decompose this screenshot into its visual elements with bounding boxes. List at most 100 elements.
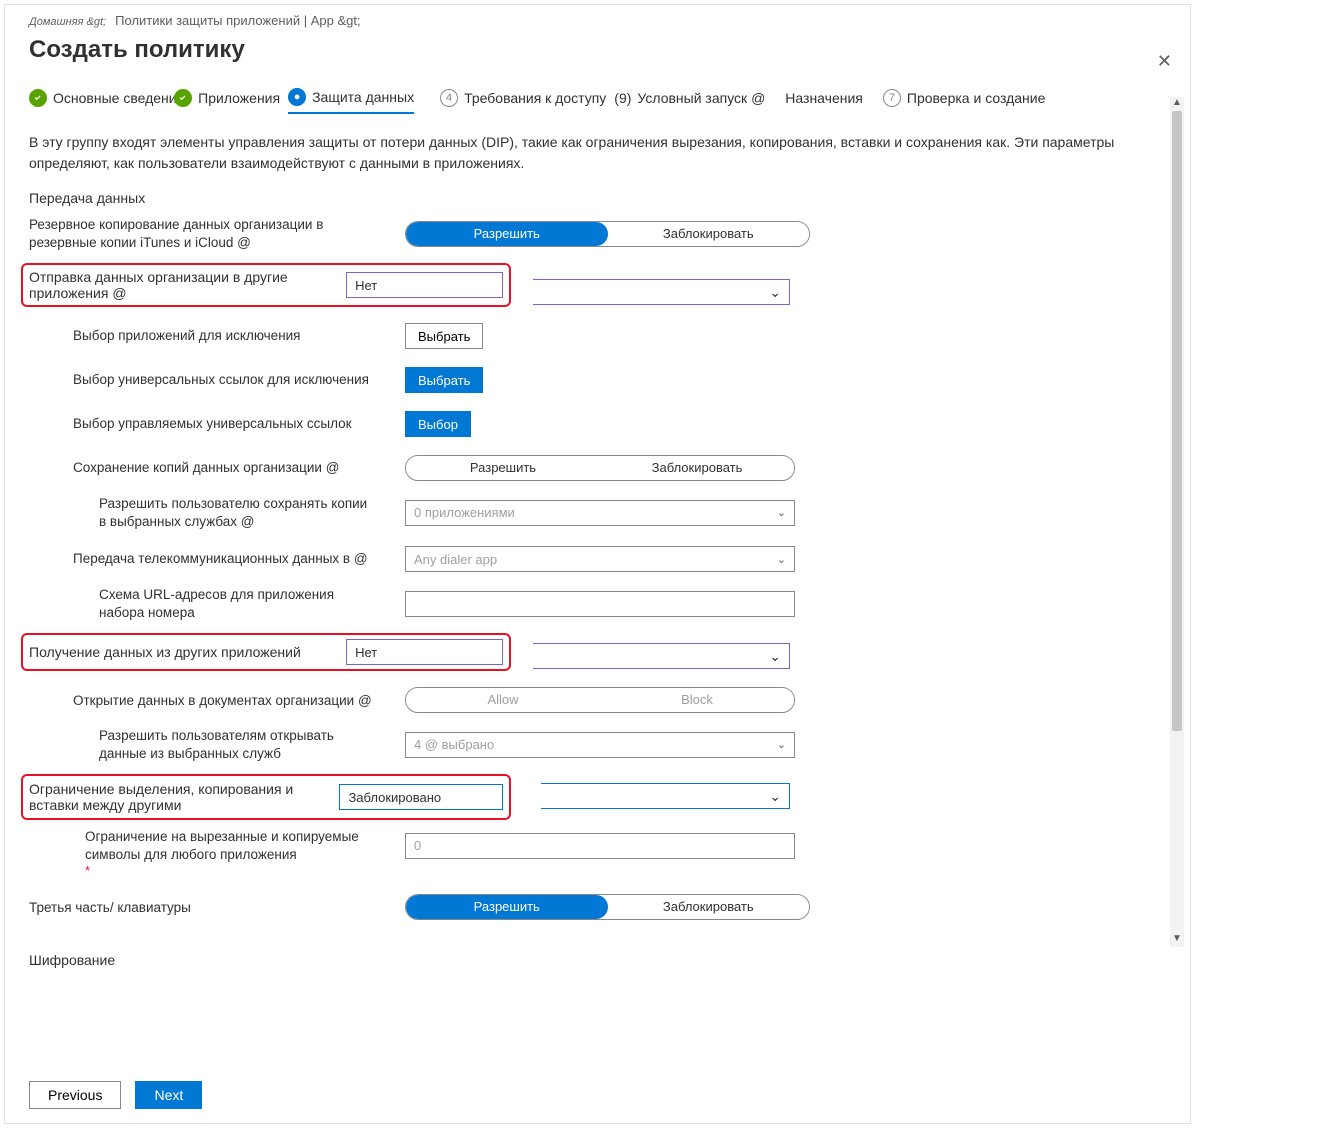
step-label: Приложения	[198, 90, 280, 106]
row-save-copies: Сохранение копий данных организации @ Ра…	[29, 451, 1166, 485]
label-telecom: Передача телекоммуникационных данных в @	[29, 550, 375, 568]
scrollbar-track[interactable]	[1170, 111, 1184, 933]
dropdown-allow-save-services[interactable]: 0 приложениями ⌄	[405, 500, 795, 526]
wizard-steps: Основные сведения Приложения ● Защита да…	[5, 64, 1190, 114]
row-open-org-docs: Открытие данных в документах организации…	[29, 683, 1166, 717]
toggle-block[interactable]: Заблокировать	[600, 456, 794, 480]
label-save-copies: Сохранение копий данных организации @	[29, 459, 375, 477]
step-assignments[interactable]: Назначения	[785, 90, 863, 112]
breadcrumb-path[interactable]: Политики защиты приложений | App &gt;	[115, 13, 360, 28]
label-cut-limit: Ограничение на вырезанные и копируемые с…	[29, 828, 375, 863]
toggle-open-org-docs[interactable]: Allow Block	[405, 687, 795, 713]
dropdown-value: Заблокировано	[348, 790, 441, 805]
button-select-exclude-links[interactable]: Выбрать	[405, 367, 483, 393]
step-label: Основные сведения	[53, 90, 184, 106]
toggle-save-copies[interactable]: Разрешить Заблокировать	[405, 455, 795, 481]
toggle-block[interactable]: Block	[600, 688, 794, 712]
page-title: Создать политику	[5, 28, 1190, 64]
label-allow-open-services: Разрешить пользователям открывать данные…	[29, 727, 375, 762]
dropdown-telecom[interactable]: Any dialer app ⌄	[405, 546, 795, 572]
chevron-down-icon: ⌄	[769, 284, 781, 301]
label-allow-save-services: Разрешить пользователю сохранять копии в…	[29, 495, 375, 530]
chevron-down-icon: ⌄	[777, 553, 786, 566]
scrollbar-thumb[interactable]	[1172, 111, 1182, 731]
step-label: Условный запуск @	[637, 90, 765, 106]
close-icon[interactable]: ✕	[1157, 51, 1172, 72]
label-backup: Резервное копирование данных организации…	[29, 216, 375, 251]
row-exclude-apps: Выбор приложений для исключения Выбрать	[29, 319, 1166, 353]
step-label: Защита данных	[312, 89, 414, 105]
section-encryption: Шифрование	[29, 952, 1166, 968]
toggle-allow[interactable]: Разрешить	[406, 222, 608, 246]
chevron-down-icon: ⌄	[777, 738, 786, 751]
dropdown-receive-other-apps-ext[interactable]: ⌄	[533, 643, 790, 669]
check-icon	[174, 89, 192, 107]
toggle-allow[interactable]: Разрешить	[406, 895, 608, 919]
dropdown-send-other-apps-ext[interactable]: ⌄	[533, 279, 790, 305]
scrollbar[interactable]: ▲ ▼	[1170, 97, 1184, 947]
step-review-create[interactable]: 7 Проверка и создание	[883, 89, 1046, 113]
label-restrict-ccp: Ограничение выделения, копирования и вст…	[29, 781, 335, 813]
toggle-allow[interactable]: Allow	[406, 688, 600, 712]
content-area: В эту группу входят элементы управления …	[5, 114, 1190, 994]
chevron-down-icon: ⌄	[769, 788, 781, 805]
row-allow-save-services: Разрешить пользователю сохранять копии в…	[29, 495, 1166, 530]
toggle-block[interactable]: Заблокировать	[608, 895, 810, 919]
label-dialer-scheme: Схема URL-адресов для приложения набора …	[29, 586, 375, 621]
step-label: Проверка и создание	[907, 90, 1046, 106]
button-select-managed-links[interactable]: Выбор	[405, 411, 471, 437]
breadcrumb: Домашняя &gt; Политики защиты приложений…	[5, 5, 1190, 28]
label-exclude-links: Выбор универсальных ссылок для исключени…	[29, 371, 375, 389]
row-dialer-scheme: Схема URL-адресов для приложения набора …	[29, 586, 1166, 621]
row-keyboards: Третья часть/ клавиатуры Разрешить Забло…	[29, 890, 1166, 924]
section-data-transfer: Передача данных	[29, 190, 1166, 206]
label-exclude-apps: Выбор приложений для исключения	[29, 327, 375, 345]
highlight-receive-other-apps: Получение данных из других приложений Не…	[21, 633, 511, 671]
label-managed-links: Выбор управляемых универсальных ссылок	[29, 415, 375, 433]
toggle-keyboards[interactable]: Разрешить Заблокировать	[405, 894, 810, 920]
toggle-block[interactable]: Заблокировать	[608, 222, 810, 246]
toggle-backup[interactable]: Разрешить Заблокировать	[405, 221, 810, 247]
step-data-protection[interactable]: ● Защита данных	[288, 88, 414, 114]
next-button[interactable]: Next	[135, 1081, 202, 1109]
row-allow-open-services: Разрешить пользователям открывать данные…	[29, 727, 1166, 762]
input-dialer-scheme[interactable]	[405, 591, 795, 617]
dropdown-receive-other-apps[interactable]: Нет	[346, 639, 503, 665]
previous-button[interactable]: Previous	[29, 1081, 121, 1109]
scroll-down-icon[interactable]: ▼	[1170, 933, 1184, 947]
toggle-allow[interactable]: Разрешить	[406, 456, 600, 480]
chevron-down-icon: ⌄	[777, 506, 786, 519]
step-access-requirements[interactable]: 4 Требования к доступу	[440, 89, 606, 113]
row-backup: Резервное копирование данных организации…	[29, 216, 1166, 251]
row-telecom: Передача телекоммуникационных данных в @…	[29, 542, 1166, 576]
step-basics[interactable]: Основные сведения	[29, 89, 184, 113]
row-exclude-links: Выбор универсальных ссылок для исключени…	[29, 363, 1166, 397]
label-receive-other-apps: Получение данных из других приложений	[29, 644, 342, 660]
check-icon	[29, 89, 47, 107]
step-label: Требования к доступу	[464, 90, 606, 106]
step-label: Назначения	[785, 90, 863, 106]
step-number: 7	[883, 89, 901, 107]
step-apps[interactable]: Приложения	[174, 89, 280, 113]
dropdown-value: 0 приложениями	[414, 505, 515, 520]
dropdown-value: 4 @ выбрано	[414, 737, 494, 752]
panel: Домашняя &gt; Политики защиты приложений…	[4, 4, 1191, 1124]
dropdown-restrict-ccp[interactable]: Заблокировано	[339, 784, 503, 810]
label-open-org-docs: Открытие данных в документах организации…	[29, 692, 375, 710]
required-asterisk: *	[29, 863, 1166, 878]
dropdown-value: Нет	[355, 645, 377, 660]
highlight-restrict-ccp: Ограничение выделения, копирования и вст…	[21, 774, 511, 820]
dropdown-allow-open-services[interactable]: 4 @ выбрано ⌄	[405, 732, 795, 758]
button-select-exclude-apps[interactable]: Выбрать	[405, 323, 483, 349]
dropdown-restrict-ccp-ext[interactable]: ⌄	[541, 783, 790, 809]
step-current-icon: ●	[288, 88, 306, 106]
breadcrumb-home[interactable]: Домашняя &gt;	[29, 16, 106, 28]
dropdown-send-other-apps[interactable]: Нет	[346, 272, 503, 298]
input-cut-limit[interactable]	[405, 833, 795, 859]
scroll-up-icon[interactable]: ▲	[1170, 97, 1184, 111]
step-conditional-launch[interactable]: (9) Условный запуск @	[614, 90, 765, 112]
label-keyboards: Третья часть/ клавиатуры	[29, 899, 375, 917]
footer-buttons: Previous Next	[29, 1081, 202, 1109]
dropdown-value: Нет	[355, 278, 377, 293]
chevron-down-icon: ⌄	[769, 648, 781, 665]
